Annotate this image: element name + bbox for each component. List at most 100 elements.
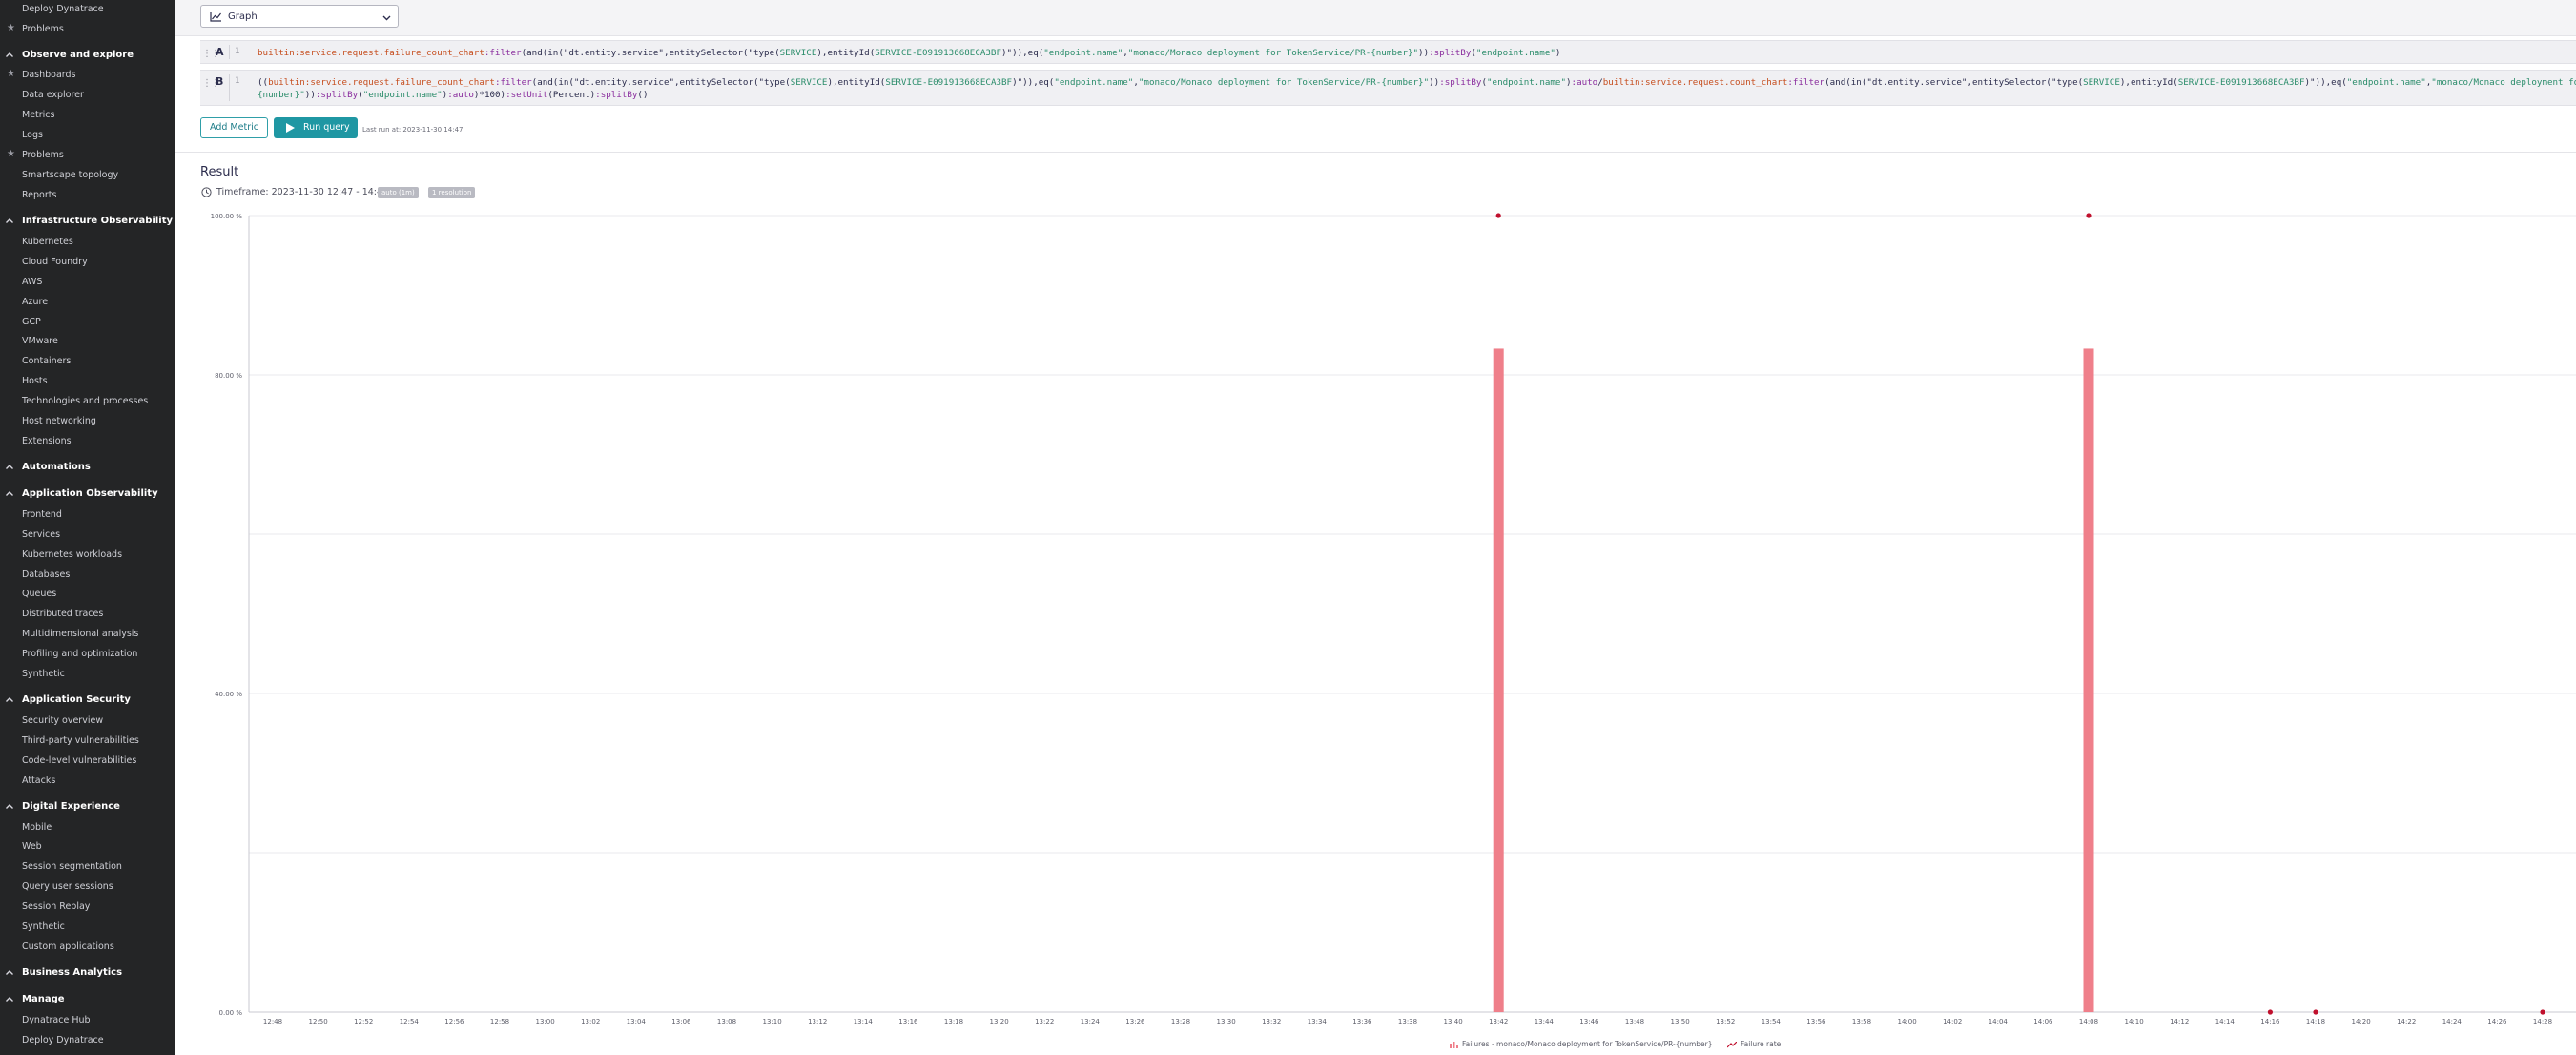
sidebar-item-custom-applications[interactable]: Custom applications — [22, 941, 114, 952]
chevron-up-icon[interactable] — [5, 995, 14, 1004]
sidebar-item-containers[interactable]: Containers — [22, 356, 71, 366]
code-token: builtin:service.request.failure_count_ch… — [268, 77, 495, 88]
sidebar-item-queues[interactable]: Queues — [22, 589, 56, 599]
code-token: "endpoint.name" — [2346, 77, 2426, 88]
chevron-up-icon[interactable] — [5, 463, 14, 472]
y-tick-label: 40.00 % — [215, 691, 242, 698]
query-letter-a: A — [216, 46, 224, 58]
resolution-count-badge: 1 resolution — [428, 187, 476, 198]
sidebar-item-logs[interactable]: Logs — [22, 130, 43, 140]
sidebar-item-session-replay[interactable]: Session Replay — [22, 901, 90, 912]
sidebar-section-business-analytics[interactable]: Business Analytics — [22, 967, 122, 978]
star-icon[interactable]: ★ — [7, 69, 15, 79]
chart-bar — [2083, 348, 2094, 1012]
code-token: :filter — [1787, 77, 1825, 88]
code-token: "endpoint.name" — [1043, 48, 1123, 58]
sidebar-item-vmware[interactable]: VMware — [22, 336, 58, 346]
sidebar-item-frontend[interactable]: Frontend — [22, 509, 62, 520]
sidebar-item-data-explorer[interactable]: Data explorer — [22, 90, 84, 100]
sidebar-item-multidimensional-analysis[interactable]: Multidimensional analysis — [22, 629, 138, 639]
chevron-up-icon[interactable] — [5, 217, 14, 226]
sidebar-item-deploy-dynatrace[interactable]: Deploy Dynatrace — [22, 1035, 104, 1045]
visualization-dropdown[interactable]: Graph — [200, 5, 399, 28]
code-token: )) — [304, 90, 316, 100]
x-tick-label: 13:44 — [1535, 1018, 1555, 1025]
sidebar-item-cloud-foundry[interactable]: Cloud Foundry — [22, 257, 88, 267]
x-tick-label: 14:18 — [2306, 1018, 2325, 1025]
chevron-up-icon[interactable] — [5, 489, 14, 499]
x-tick-label: 12:58 — [490, 1018, 509, 1025]
chevron-up-icon[interactable] — [5, 802, 14, 812]
sidebar-item-deploy-dynatrace-top[interactable]: Deploy Dynatrace — [22, 4, 104, 14]
sidebar-item-query-user-sessions[interactable]: Query user sessions — [22, 881, 113, 892]
sidebar-item-aws[interactable]: AWS — [22, 277, 42, 287]
legend-item-failures[interactable]: Failures - monaco/Monaco deployment for … — [1450, 1040, 1713, 1048]
sidebar-section-infrastructure-observability[interactable]: Infrastructure Observability — [22, 216, 173, 226]
legend-label-failures: Failures - monaco/Monaco deployment for … — [1462, 1040, 1713, 1048]
sidebar-item-azure[interactable]: Azure — [22, 297, 48, 307]
x-tick-label: 14:26 — [2487, 1018, 2507, 1025]
sidebar-item-profiling-and-optimization[interactable]: Profiling and optimization — [22, 649, 137, 659]
sidebar-section-automations[interactable]: Automations — [22, 462, 91, 472]
sidebar-section-manage[interactable]: Manage — [22, 994, 65, 1004]
x-tick-label: 13:24 — [1081, 1018, 1101, 1025]
query-editor-a[interactable]: builtin:service.request.failure_count_ch… — [258, 47, 1560, 59]
sidebar-item-session-segmentation[interactable]: Session segmentation — [22, 861, 122, 872]
sidebar-item-problems[interactable]: Problems — [22, 150, 64, 160]
sidebar-item-web[interactable]: Web — [22, 841, 42, 852]
chart-point — [2267, 1009, 2273, 1015]
x-tick-label: 14:12 — [2170, 1018, 2189, 1025]
sidebar-section-digital-experience[interactable]: Digital Experience — [22, 801, 120, 812]
sidebar-item-security-overview[interactable]: Security overview — [22, 715, 103, 726]
code-token: SERVICE — [779, 48, 817, 58]
sidebar-item-extensions[interactable]: Extensions — [22, 436, 72, 446]
query-row-b[interactable]: ⋮⋮ B 1 ((builtin:service.request.failure… — [200, 70, 2576, 106]
query-row-a[interactable]: ⋮⋮ A 1 builtin:service.request.failure_c… — [200, 40, 2576, 64]
chevron-up-icon[interactable] — [5, 51, 14, 60]
star-icon[interactable]: ★ — [7, 149, 15, 159]
sidebar-item-reports[interactable]: Reports — [22, 190, 56, 200]
sidebar-item-synthetic-2[interactable]: Synthetic — [22, 921, 65, 932]
sidebar-item-kubernetes-workloads[interactable]: Kubernetes workloads — [22, 549, 122, 560]
run-query-button[interactable]: Run query — [274, 117, 358, 138]
x-tick-label: 13:14 — [854, 1018, 874, 1025]
code-token: :setUnit — [505, 90, 548, 100]
sidebar-section-application-observability[interactable]: Application Observability — [22, 488, 158, 499]
clock-icon — [201, 187, 212, 197]
chevron-up-icon[interactable] — [5, 695, 14, 705]
sidebar-item-dynatrace-hub[interactable]: Dynatrace Hub — [22, 1015, 91, 1025]
sidebar-item-metrics[interactable]: Metrics — [22, 110, 54, 120]
sidebar-section-application-security[interactable]: Application Security — [22, 694, 131, 705]
sidebar-item-gcp[interactable]: GCP — [22, 317, 41, 327]
sidebar-item-hosts[interactable]: Hosts — [22, 376, 48, 386]
sidebar-item-attacks[interactable]: Attacks — [22, 776, 55, 786]
query-editor-b[interactable]: ((builtin:service.request.failure_count_… — [258, 76, 2576, 101]
sidebar-item-third-party-vulnerabilities[interactable]: Third-party vulnerabilities — [22, 735, 139, 746]
sidebar-item-host-networking[interactable]: Host networking — [22, 416, 96, 426]
star-icon[interactable]: ★ — [7, 23, 15, 33]
code-token: "monaco/Monaco deployment for TokenServi… — [2431, 77, 2576, 88]
sidebar-item-problems-top[interactable]: Problems — [22, 24, 64, 34]
sidebar-item-dashboards[interactable]: Dashboards — [22, 70, 76, 80]
line-swatch-icon — [1727, 1041, 1737, 1047]
sidebar-item-code-level-vulnerabilities[interactable]: Code-level vulnerabilities — [22, 755, 136, 766]
x-tick-label: 13:20 — [990, 1018, 1009, 1025]
chevron-up-icon[interactable] — [5, 968, 14, 978]
sidebar-item-distributed-traces[interactable]: Distributed traces — [22, 609, 103, 619]
last-run-text: Last run at: 2023-11-30 14:47 — [362, 126, 464, 134]
sidebar-item-smartscape-topology[interactable]: Smartscape topology — [22, 170, 118, 180]
sidebar-item-services[interactable]: Services — [22, 529, 60, 540]
sidebar-section-observe-and-explore[interactable]: Observe and explore — [22, 50, 134, 60]
add-metric-button[interactable]: Add Metric — [200, 117, 268, 138]
code-line: {number}")):splitBy("endpoint.name"):aut… — [258, 89, 2576, 101]
sidebar-item-kubernetes[interactable]: Kubernetes — [22, 237, 73, 247]
code-token: :splitBy — [1439, 77, 1482, 88]
legend-item-failure-rate[interactable]: Failure rate — [1727, 1040, 1781, 1048]
sidebar-item-databases[interactable]: Databases — [22, 569, 70, 580]
y-tick-label: 100.00 % — [211, 213, 243, 220]
x-tick-label: 13:04 — [627, 1018, 647, 1025]
code-token: builtin:service.request.failure_count_ch… — [258, 48, 484, 58]
sidebar-item-synthetic[interactable]: Synthetic — [22, 669, 65, 679]
sidebar-item-technologies-and-processes[interactable]: Technologies and processes — [22, 396, 148, 406]
sidebar-item-mobile[interactable]: Mobile — [22, 822, 52, 833]
